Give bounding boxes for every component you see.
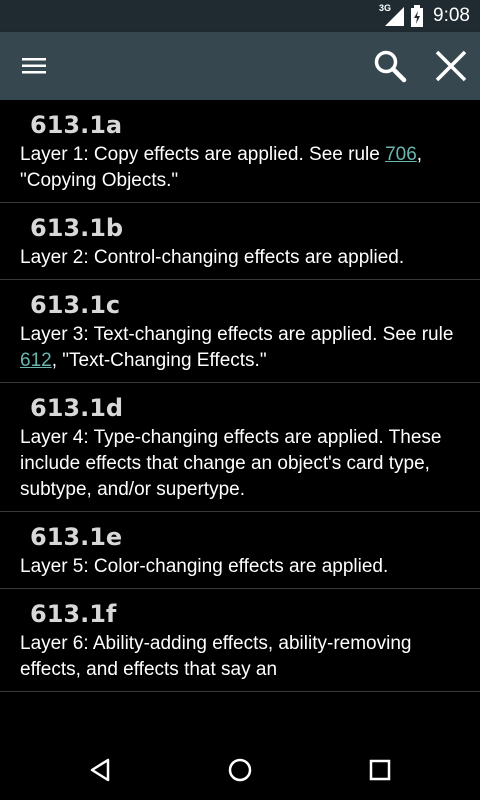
rules-list[interactable]: 613.1a Layer 1: Copy effects are applied… — [0, 100, 480, 740]
network-type: 3G — [379, 3, 392, 13]
rule-number: 613.1a — [30, 111, 123, 139]
rule-text: Layer 4: Type-changing effects are appli… — [20, 427, 442, 500]
rule-number: 613.1b — [30, 214, 124, 242]
rule-text: Layer 3: Text-changing effects are appli… — [20, 322, 460, 374]
rule-text: Layer 2: Control-changing effects are ap… — [20, 247, 405, 268]
recents-icon — [369, 759, 391, 781]
menu-icon — [22, 58, 46, 74]
rule-item[interactable]: 613.1c Layer 3: Text-changing effects ar… — [0, 280, 480, 383]
search-button[interactable] — [364, 32, 416, 100]
home-button[interactable] — [200, 740, 280, 800]
navigation-bar — [0, 740, 480, 800]
recents-button[interactable] — [340, 740, 420, 800]
rule-text: Layer 1: Copy effects are applied. See r… — [20, 142, 460, 194]
rule-item[interactable]: 613.1f Layer 6: Ability-adding effects, … — [0, 589, 480, 692]
rule-number: 613.1c — [30, 291, 121, 319]
rule-link[interactable]: 706 — [385, 144, 417, 165]
cell-signal-icon: 3G — [379, 3, 405, 27]
back-button[interactable] — [60, 740, 140, 800]
rule-text-part: Layer 3: Text-changing effects are appli… — [20, 324, 454, 345]
close-button[interactable] — [426, 32, 476, 100]
rule-item[interactable]: 613.1a Layer 1: Copy effects are applied… — [0, 100, 480, 203]
search-icon — [374, 50, 407, 83]
rule-link[interactable]: 612 — [20, 350, 52, 371]
rule-number: 613.1e — [30, 523, 123, 551]
home-icon — [228, 758, 252, 782]
rule-item[interactable]: 613.1b Layer 2: Control-changing effects… — [0, 203, 480, 280]
battery-icon — [411, 5, 424, 27]
rule-text-part: , "Text-Changing Effects." — [51, 350, 267, 371]
rule-number: 613.1f — [30, 600, 117, 628]
app-bar — [0, 32, 480, 100]
back-icon — [90, 758, 110, 782]
rule-text: Layer 6: Ability-adding effects, ability… — [20, 633, 412, 680]
rule-number: 613.1d — [30, 394, 124, 422]
rule-text: Layer 5: Color-changing effects are appl… — [20, 556, 389, 577]
rule-item[interactable]: 613.1d Layer 4: Type-changing effects ar… — [0, 383, 480, 512]
status-icons: 3G 9:08 — [379, 0, 470, 32]
close-icon — [435, 50, 467, 82]
rule-text-part: Layer 1: Copy effects are applied. See r… — [20, 144, 386, 165]
clock: 9:08 — [433, 5, 470, 26]
status-bar: 3G 9:08 — [0, 0, 480, 32]
rule-item[interactable]: 613.1e Layer 5: Color-changing effects a… — [0, 512, 480, 589]
menu-button[interactable] — [10, 32, 60, 100]
